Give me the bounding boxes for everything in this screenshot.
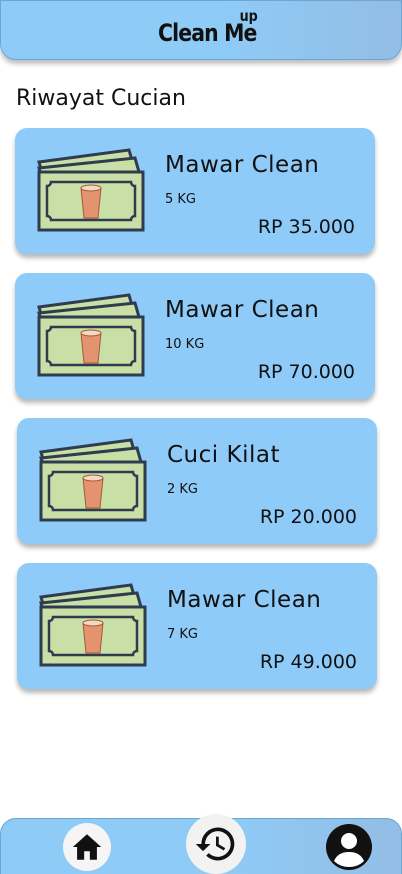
laundry-ticket-icon <box>39 583 147 667</box>
laundry-weight: 2 KG <box>167 482 199 497</box>
history-icon <box>195 827 235 861</box>
order-card[interactable]: Mawar Clean 5 KG RP 35.000 <box>15 128 375 254</box>
laundry-ticket-icon <box>39 438 147 522</box>
order-card[interactable]: Mawar Clean 10 KG RP 70.000 <box>15 273 375 399</box>
profile-icon <box>326 824 372 870</box>
laundry-weight: 7 KG <box>167 627 199 642</box>
nav-home-button[interactable] <box>63 823 111 871</box>
nav-history-button[interactable] <box>186 814 246 874</box>
laundry-name: Mawar Clean <box>167 587 322 613</box>
app-header: Clean Me up <box>0 0 402 60</box>
laundry-price: RP 20.000 <box>259 506 357 528</box>
page-title: Riwayat Cucian <box>16 86 186 111</box>
laundry-name: Cuci Kilat <box>167 442 280 468</box>
order-card[interactable]: Cuci Kilat 2 KG RP 20.000 <box>17 418 377 544</box>
laundry-price: RP 70.000 <box>257 361 355 383</box>
laundry-price: RP 49.000 <box>259 651 357 673</box>
laundry-weight: 10 KG <box>165 337 205 352</box>
order-card[interactable]: Mawar Clean 7 KG RP 49.000 <box>17 563 377 689</box>
home-icon <box>72 834 102 860</box>
laundry-ticket-icon <box>37 293 145 377</box>
laundry-price: RP 35.000 <box>257 216 355 238</box>
laundry-name: Mawar Clean <box>165 297 320 323</box>
laundry-name: Mawar Clean <box>165 152 320 178</box>
laundry-weight: 5 KG <box>165 192 197 207</box>
app-logo-superscript: up <box>239 7 258 25</box>
laundry-ticket-icon <box>37 148 145 232</box>
nav-profile-button[interactable] <box>325 823 373 871</box>
